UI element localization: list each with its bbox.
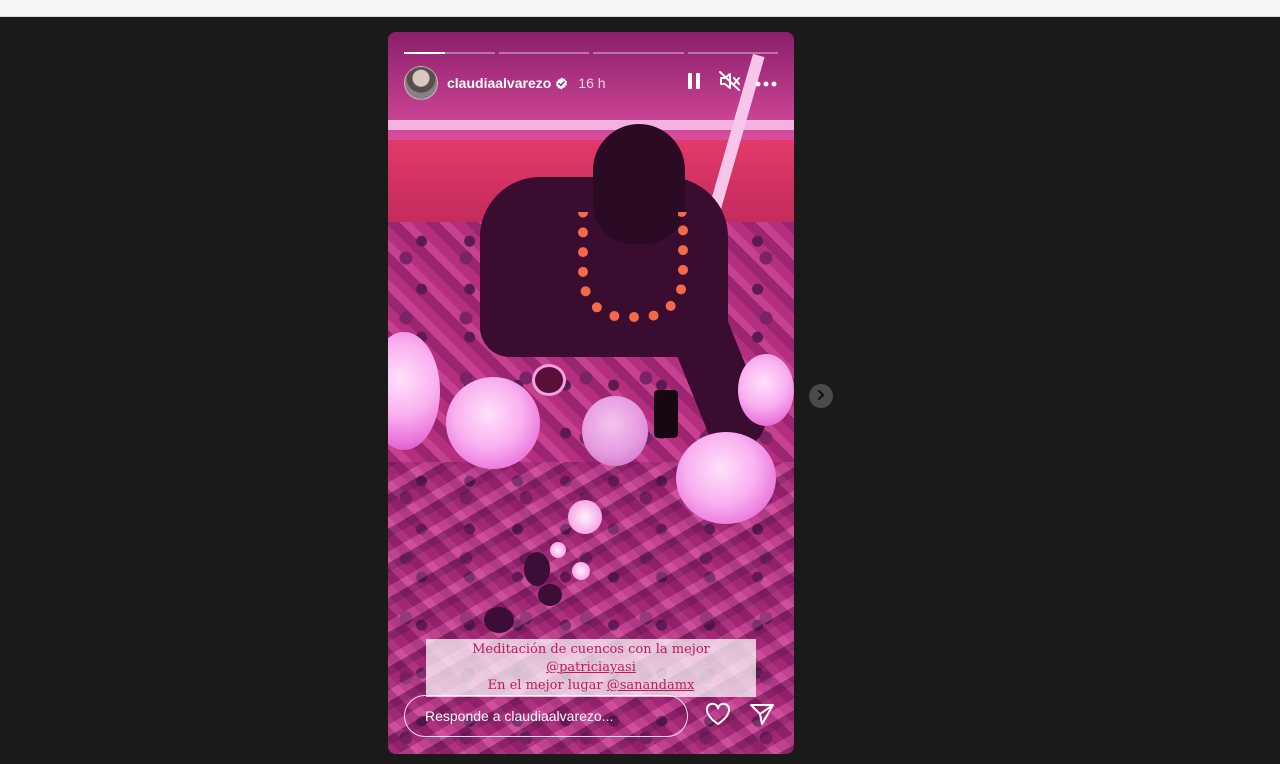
like-button[interactable] — [704, 702, 732, 730]
pause-button[interactable] — [682, 71, 706, 95]
story-viewer[interactable]: claudiaalvarezo 16 h Meditación de cuenc… — [388, 32, 794, 754]
caption-line-2: En el mejor lugar @sanandamx — [426, 677, 756, 695]
browser-top-bar — [0, 0, 1280, 17]
post-time: 16 h — [578, 75, 606, 91]
more-options-button[interactable] — [754, 71, 778, 95]
progress-segment — [404, 52, 495, 54]
progress-segment — [687, 52, 778, 54]
mute-button[interactable] — [718, 70, 742, 96]
mention-link-2[interactable]: @sanandamx — [607, 678, 695, 693]
caption-line-1: Meditación de cuencos con la mejor @patr… — [426, 641, 756, 677]
progress-segment — [498, 52, 589, 54]
share-button[interactable] — [748, 702, 776, 730]
reply-bar — [404, 694, 778, 738]
speaker-muted-icon — [719, 70, 741, 96]
more-icon — [755, 74, 777, 92]
mention-link-1[interactable]: @patriciayasi — [546, 660, 636, 675]
username[interactable]: claudiaalvarezo — [447, 75, 551, 91]
heart-icon — [705, 702, 731, 731]
progress-fill — [404, 52, 445, 54]
caption-text-1: Meditación de cuencos con la mejor — [472, 642, 710, 657]
avatar[interactable] — [404, 66, 438, 100]
pause-icon — [687, 72, 701, 94]
caption-text-2: En el mejor lugar — [487, 678, 607, 693]
story-progress-bar — [404, 52, 778, 54]
chevron-right-icon — [816, 387, 826, 405]
reply-input[interactable] — [404, 695, 688, 737]
story-caption: Meditación de cuencos con la mejor @patr… — [426, 639, 756, 697]
next-story-button[interactable] — [809, 384, 833, 408]
progress-segment — [593, 52, 684, 54]
send-icon — [749, 702, 775, 731]
verified-badge-icon — [555, 77, 568, 90]
story-header: claudiaalvarezo 16 h — [404, 66, 778, 100]
